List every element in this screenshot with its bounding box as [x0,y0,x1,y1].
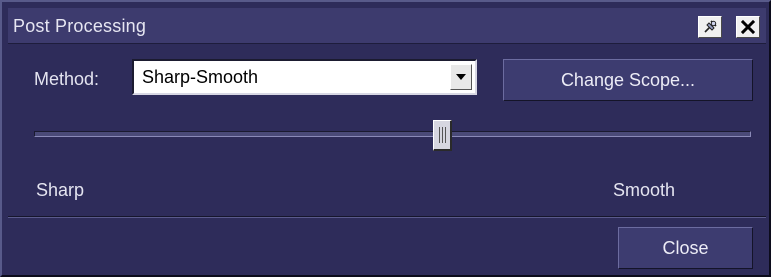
dialog-title: Post Processing [13,16,147,36]
sharp-smooth-slider-thumb[interactable] [433,120,452,151]
slider-max-label: Smooth [613,180,676,200]
chevron-down-icon [456,74,466,80]
slider-grip [441,127,443,143]
slider-min-label: Sharp [36,180,85,200]
titlebar-close-button[interactable] [736,16,760,38]
titlebar: Post Processing [8,8,766,44]
method-dropdown-button[interactable] [450,64,472,90]
slider-grip [444,127,446,143]
pin-icon [704,20,717,33]
method-select-value: Sharp-Smooth [142,67,259,87]
change-scope-button[interactable]: Change Scope... [503,59,753,101]
sharp-smooth-slider-track[interactable] [34,131,751,137]
close-icon [740,19,756,35]
divider [8,216,766,218]
pin-button[interactable] [698,16,722,38]
slider-grip [438,127,440,143]
close-button[interactable]: Close [618,227,753,269]
post-processing-dialog: Post Processing Method: Sharp-Smooth Cha… [0,0,771,277]
method-select[interactable]: Sharp-Smooth [132,59,477,95]
method-label: Method: [34,69,100,89]
